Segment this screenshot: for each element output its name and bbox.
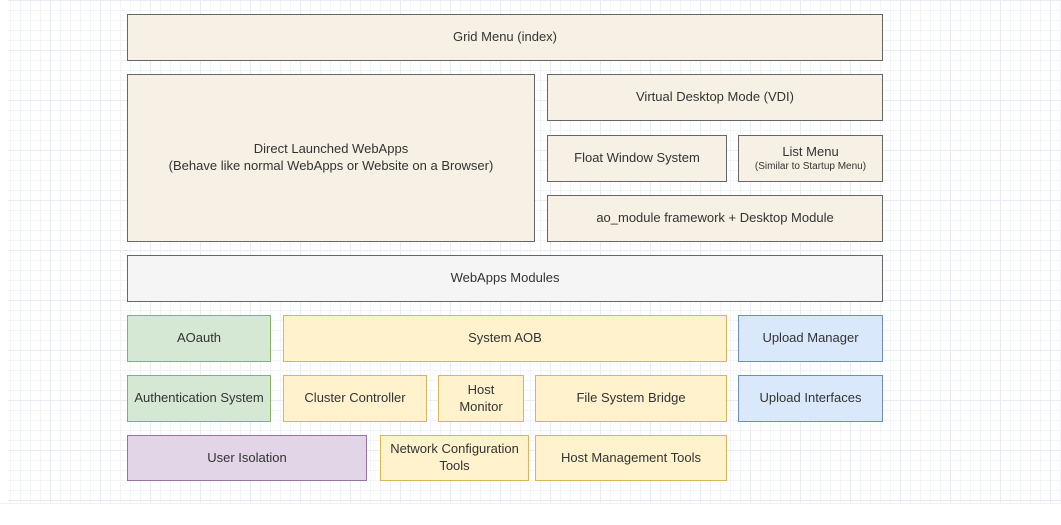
list-menu-sublabel: (Similar to Startup Menu) — [745, 160, 876, 173]
box-float-window-system[interactable]: Float Window System — [547, 135, 727, 182]
box-list-menu[interactable]: List Menu (Similar to Startup Menu) — [738, 135, 883, 182]
canvas-left-margin — [0, 0, 8, 525]
box-grid-menu[interactable]: Grid Menu (index) — [127, 14, 883, 61]
cluster-controller-label: Cluster Controller — [290, 390, 420, 407]
canvas-bottom-margin — [0, 503, 1061, 525]
float-window-label: Float Window System — [554, 150, 720, 167]
network-configuration-tools-label: Network Configuration Tools — [387, 441, 522, 475]
box-authentication-system[interactable]: Authentication System — [127, 375, 271, 422]
list-menu-labels: List Menu (Similar to Startup Menu) — [745, 144, 876, 174]
box-direct-launched-webapps[interactable]: Direct Launched WebApps (Behave like nor… — [127, 74, 535, 242]
upload-manager-label: Upload Manager — [745, 330, 876, 347]
box-upload-manager[interactable]: Upload Manager — [738, 315, 883, 362]
system-aob-label: System AOB — [290, 330, 720, 347]
box-network-configuration-tools[interactable]: Network Configuration Tools — [380, 435, 529, 481]
box-cluster-controller[interactable]: Cluster Controller — [283, 375, 427, 422]
aoauth-label: AOauth — [134, 330, 264, 347]
host-management-tools-label: Host Management Tools — [542, 450, 720, 467]
webapps-modules-label: WebApps Modules — [134, 270, 876, 287]
diagram-canvas[interactable]: Grid Menu (index) Direct Launched WebApp… — [0, 0, 1061, 525]
direct-webapps-labels: Direct Launched WebApps (Behave like nor… — [134, 141, 528, 175]
file-system-bridge-label: File System Bridge — [542, 390, 720, 407]
box-ao-module-framework[interactable]: ao_module framework + Desktop Module — [547, 195, 883, 242]
box-webapps-modules[interactable]: WebApps Modules — [127, 255, 883, 302]
authentication-system-label: Authentication System — [134, 390, 264, 407]
box-system-aob[interactable]: System AOB — [283, 315, 727, 362]
host-monitor-label: Host Monitor — [445, 382, 517, 416]
ao-module-label: ao_module framework + Desktop Module — [554, 210, 876, 227]
vdi-label: Virtual Desktop Mode (VDI) — [554, 89, 876, 106]
box-host-monitor[interactable]: Host Monitor — [438, 375, 524, 422]
box-virtual-desktop-mode[interactable]: Virtual Desktop Mode (VDI) — [547, 74, 883, 121]
box-file-system-bridge[interactable]: File System Bridge — [535, 375, 727, 422]
box-aoauth[interactable]: AOauth — [127, 315, 271, 362]
box-upload-interfaces[interactable]: Upload Interfaces — [738, 375, 883, 422]
box-user-isolation[interactable]: User Isolation — [127, 435, 367, 481]
grid-menu-label: Grid Menu (index) — [134, 29, 876, 46]
direct-webapps-sublabel: (Behave like normal WebApps or Website o… — [134, 158, 528, 175]
box-host-management-tools[interactable]: Host Management Tools — [535, 435, 727, 481]
user-isolation-label: User Isolation — [134, 450, 360, 467]
direct-webapps-label: Direct Launched WebApps — [134, 141, 528, 158]
list-menu-label: List Menu — [745, 144, 876, 161]
upload-interfaces-label: Upload Interfaces — [745, 390, 876, 407]
